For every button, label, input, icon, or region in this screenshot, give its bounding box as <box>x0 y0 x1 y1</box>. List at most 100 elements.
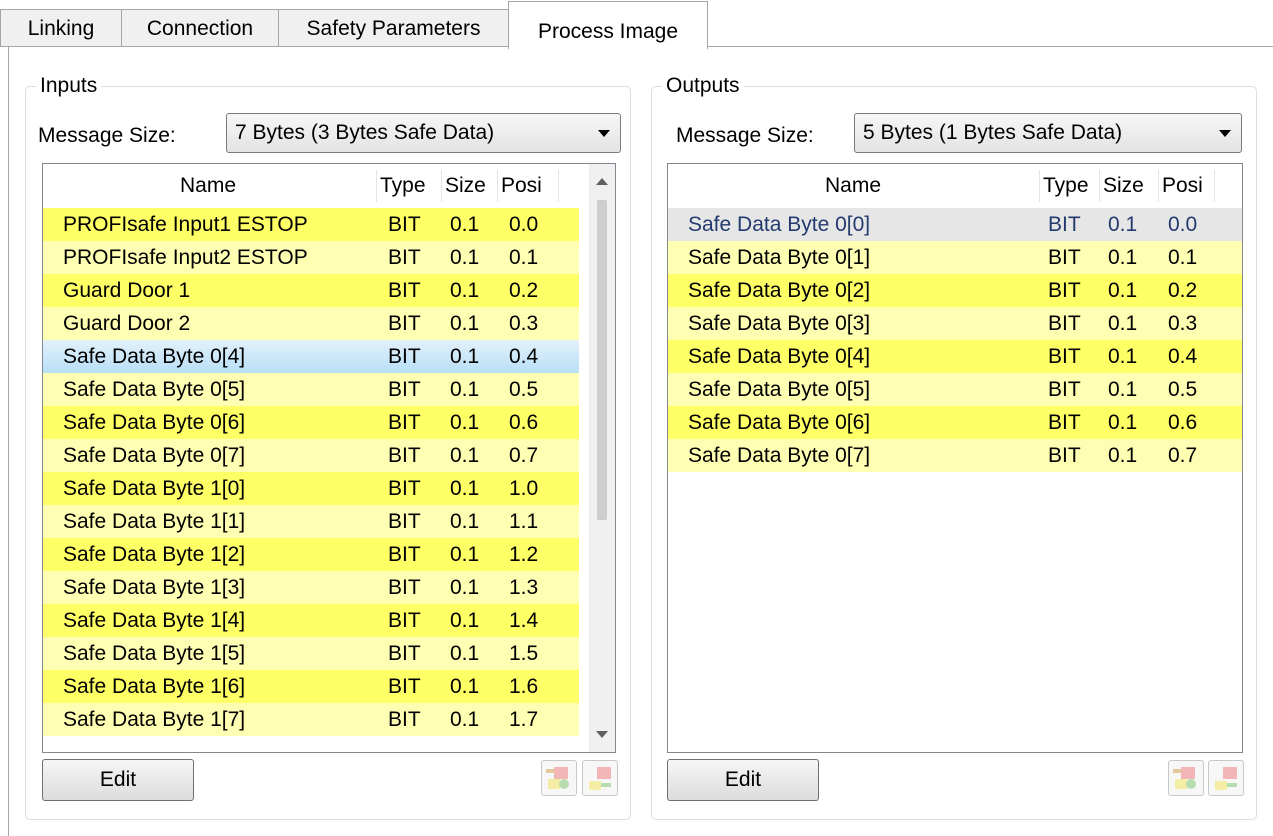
table-row[interactable]: Safe Data Byte 0[3] BIT 0.1 0.3 <box>668 307 1242 340</box>
outputs-edit-button[interactable]: Edit <box>667 759 819 801</box>
cell-size: 0.1 <box>450 312 480 335</box>
cell-type: BIT <box>388 543 421 566</box>
table-row[interactable]: Safe Data Byte 0[5] BIT 0.1 0.5 <box>43 373 579 406</box>
cell-size: 0.1 <box>450 246 480 269</box>
remove-mapping-icon[interactable] <box>1208 760 1244 796</box>
cell-type: BIT <box>388 279 421 302</box>
table-row[interactable]: Safe Data Byte 1[3] BIT 0.1 1.3 <box>43 571 579 604</box>
cell-size: 0.1 <box>450 378 480 401</box>
table-row[interactable]: Safe Data Byte 0[0] BIT 0.1 0.0 <box>668 208 1242 241</box>
cell-size: 0.1 <box>1108 444 1138 467</box>
cell-size: 0.1 <box>450 708 480 731</box>
remove-mapping-icon[interactable] <box>582 760 618 796</box>
cell-type: BIT <box>388 675 421 698</box>
tab-linking[interactable]: Linking <box>0 9 122 47</box>
table-row[interactable]: Safe Data Byte 0[1] BIT 0.1 0.1 <box>668 241 1242 274</box>
outputs-list[interactable]: Name Type Size Posi Safe Data Byte 0[0] B… <box>667 163 1243 753</box>
table-row[interactable]: Safe Data Byte 1[2] BIT 0.1 1.2 <box>43 538 579 571</box>
cell-name: PROFIsafe Input2 ESTOP <box>63 246 308 269</box>
inputs-list[interactable]: Name Type Size Posi PROFIsafe Input1 EST… <box>42 163 616 753</box>
table-row[interactable]: Safe Data Byte 1[0] BIT 0.1 1.0 <box>43 472 579 505</box>
table-row[interactable]: Guard Door 1 BIT 0.1 0.2 <box>43 274 579 307</box>
table-row[interactable]: PROFIsafe Input2 ESTOP BIT 0.1 0.1 <box>43 241 579 274</box>
cell-size: 0.1 <box>450 609 480 632</box>
cell-size: 0.1 <box>450 477 480 500</box>
column-header-name[interactable]: Name <box>668 164 1038 208</box>
table-row[interactable]: Safe Data Byte 0[5] BIT 0.1 0.5 <box>668 373 1242 406</box>
scrollbar-thumb[interactable] <box>597 200 607 520</box>
column-header-position[interactable]: Posi <box>1162 164 1212 208</box>
cell-type: BIT <box>1048 378 1081 401</box>
tab-safety-parameters[interactable]: Safety Parameters <box>278 9 509 47</box>
cell-size: 0.1 <box>450 279 480 302</box>
scroll-down-arrow-icon[interactable] <box>596 731 608 738</box>
table-row[interactable]: PROFIsafe Input1 ESTOP BIT 0.1 0.0 <box>43 208 579 241</box>
column-header-position[interactable]: Posi <box>501 164 556 208</box>
cell-type: BIT <box>1048 246 1081 269</box>
table-row[interactable]: Safe Data Byte 0[7] BIT 0.1 0.7 <box>43 439 579 472</box>
outputs-list-header: Name Type Size Posi <box>668 164 1242 208</box>
add-mapping-icon[interactable] <box>541 760 577 796</box>
cell-size: 0.1 <box>450 675 480 698</box>
table-row[interactable]: Safe Data Byte 0[6] BIT 0.1 0.6 <box>668 406 1242 439</box>
column-header-type[interactable]: Type <box>1043 164 1098 208</box>
tab-strip: Linking Connection Safety Parameters Pro… <box>0 0 1273 49</box>
cell-type: BIT <box>1048 345 1081 368</box>
cell-size: 0.1 <box>450 576 480 599</box>
column-header-size[interactable]: Size <box>445 164 493 208</box>
cell-type: BIT <box>388 510 421 533</box>
table-row[interactable]: Safe Data Byte 0[4] BIT 0.1 0.4 <box>668 340 1242 373</box>
inputs-message-size-select[interactable]: 7 Bytes (3 Bytes Safe Data) <box>226 113 621 153</box>
table-row[interactable]: Safe Data Byte 1[7] BIT 0.1 1.7 <box>43 703 579 736</box>
table-row[interactable]: Safe Data Byte 0[4] BIT 0.1 0.4 <box>43 340 579 373</box>
outputs-message-size-select[interactable]: 5 Bytes (1 Bytes Safe Data) <box>854 113 1242 153</box>
inputs-message-size-label: Message Size: <box>38 124 176 147</box>
cell-size: 0.1 <box>450 411 480 434</box>
inputs-scrollbar[interactable] <box>589 164 615 752</box>
column-header-type[interactable]: Type <box>380 164 428 208</box>
inputs-group: Inputs Message Size: 7 Bytes (3 Bytes Sa… <box>25 73 631 820</box>
cell-pos: 0.5 <box>1168 378 1198 401</box>
cell-type: BIT <box>388 312 421 335</box>
cell-pos: 0.4 <box>509 345 539 368</box>
tab-connection[interactable]: Connection <box>121 9 279 47</box>
cell-size: 0.1 <box>450 345 480 368</box>
table-row[interactable]: Safe Data Byte 0[2] BIT 0.1 0.2 <box>668 274 1242 307</box>
cell-pos: 1.3 <box>509 576 539 599</box>
cell-type: BIT <box>388 213 421 236</box>
cell-pos: 1.7 <box>509 708 539 731</box>
column-header-size[interactable]: Size <box>1103 164 1155 208</box>
scroll-up-arrow-icon[interactable] <box>596 178 608 185</box>
cell-pos: 0.1 <box>1168 246 1198 269</box>
cell-pos: 0.0 <box>509 213 539 236</box>
cell-name: Safe Data Byte 1[0] <box>63 477 246 500</box>
cell-name: Safe Data Byte 0[7] <box>63 444 246 467</box>
cell-type: BIT <box>388 345 421 368</box>
add-mapping-icon[interactable] <box>1168 760 1204 796</box>
cell-name: Safe Data Byte 0[2] <box>688 279 871 302</box>
table-row[interactable]: Safe Data Byte 1[4] BIT 0.1 1.4 <box>43 604 579 637</box>
column-header-name[interactable]: Name <box>43 164 373 208</box>
cell-size: 0.1 <box>1108 345 1138 368</box>
cell-pos: 1.1 <box>509 510 539 533</box>
table-row[interactable]: Safe Data Byte 0[7] BIT 0.1 0.7 <box>668 439 1242 472</box>
cell-name: Safe Data Byte 1[4] <box>63 609 246 632</box>
cell-size: 0.1 <box>450 444 480 467</box>
cell-pos: 0.6 <box>1168 411 1198 434</box>
cell-type: BIT <box>1048 312 1081 335</box>
table-row[interactable]: Safe Data Byte 0[6] BIT 0.1 0.6 <box>43 406 579 439</box>
cell-name: Safe Data Byte 0[4] <box>688 345 871 368</box>
cell-type: BIT <box>388 246 421 269</box>
cell-type: BIT <box>1048 444 1081 467</box>
cell-name: Safe Data Byte 0[6] <box>688 411 871 434</box>
table-row[interactable]: Guard Door 2 BIT 0.1 0.3 <box>43 307 579 340</box>
table-row[interactable]: Safe Data Byte 1[1] BIT 0.1 1.1 <box>43 505 579 538</box>
cell-name: Safe Data Byte 1[6] <box>63 675 246 698</box>
cell-size: 0.1 <box>450 213 480 236</box>
inputs-edit-button[interactable]: Edit <box>42 759 194 801</box>
tab-process-image[interactable]: Process Image <box>508 1 708 49</box>
cell-name: Safe Data Byte 1[5] <box>63 642 246 665</box>
table-row[interactable]: Safe Data Byte 1[5] BIT 0.1 1.5 <box>43 637 579 670</box>
table-row[interactable]: Safe Data Byte 1[6] BIT 0.1 1.6 <box>43 670 579 703</box>
cell-pos: 0.2 <box>509 279 539 302</box>
